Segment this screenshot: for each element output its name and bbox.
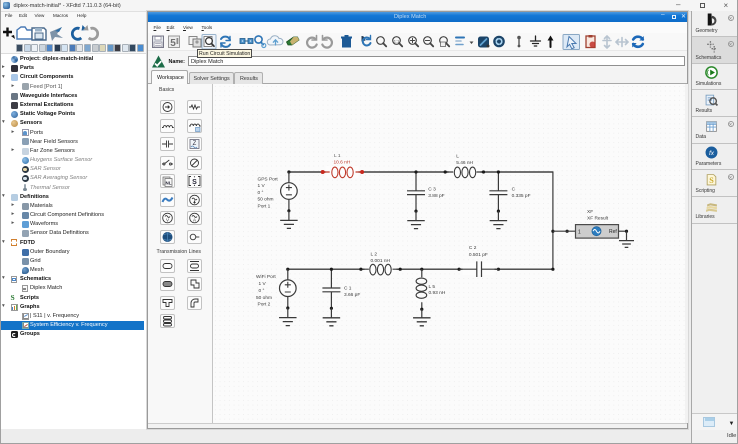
svg-text:5: 5 — [170, 38, 176, 49]
svg-text:50 ohm: 50 ohm — [257, 197, 273, 203]
svg-text:Ref: Ref — [609, 230, 617, 236]
svg-text:L 5: L 5 — [428, 284, 435, 290]
svg-text:C 1: C 1 — [344, 286, 352, 292]
svg-text:fx: fx — [709, 150, 715, 157]
svg-text:1:1: 1:1 — [394, 38, 400, 43]
svg-text:A: A — [193, 218, 196, 223]
svg-text:C 2: C 2 — [468, 246, 476, 252]
svg-text:Port 1: Port 1 — [257, 204, 270, 210]
svg-text:1: 1 — [578, 230, 581, 236]
svg-text:S: S — [709, 176, 714, 185]
svg-text:GPS Port: GPS Port — [257, 177, 278, 183]
svg-text:0.335 pF: 0.335 pF — [511, 193, 530, 199]
svg-text:WiFi Port: WiFi Port — [256, 275, 276, 281]
svg-text:1 V: 1 V — [257, 183, 265, 189]
svg-text:0.001 nH: 0.001 nH — [370, 258, 390, 264]
svg-text:XF: XF — [587, 209, 593, 215]
svg-text:10.6 nH: 10.6 nH — [333, 160, 350, 166]
svg-text:0.501 pF: 0.501 pF — [468, 252, 487, 258]
svg-text:0 °: 0 ° — [257, 190, 263, 196]
svg-text:L: L — [456, 154, 459, 160]
svg-text:3.88 pF: 3.88 pF — [428, 193, 444, 199]
svg-text:5.46 nH: 5.46 nH — [456, 160, 473, 166]
svg-text:V: V — [166, 218, 169, 223]
svg-text:XF Result: XF Result — [587, 216, 609, 222]
svg-text:3.66 pF: 3.66 pF — [344, 293, 360, 299]
svg-text:L 2: L 2 — [370, 252, 377, 258]
svg-text:NL: NL — [166, 181, 172, 186]
svg-text:Port 2: Port 2 — [257, 302, 270, 308]
svg-text:C 3: C 3 — [428, 187, 436, 193]
svg-text:0 °: 0 ° — [258, 288, 264, 294]
svg-text:1 V: 1 V — [258, 281, 266, 287]
svg-text:0.93 nH: 0.93 nH — [428, 290, 445, 296]
svg-text:L 1: L 1 — [334, 153, 341, 159]
svg-text:C: C — [511, 187, 515, 193]
svg-text:S: S — [192, 179, 197, 186]
svg-text:50 ohm: 50 ohm — [256, 295, 272, 301]
